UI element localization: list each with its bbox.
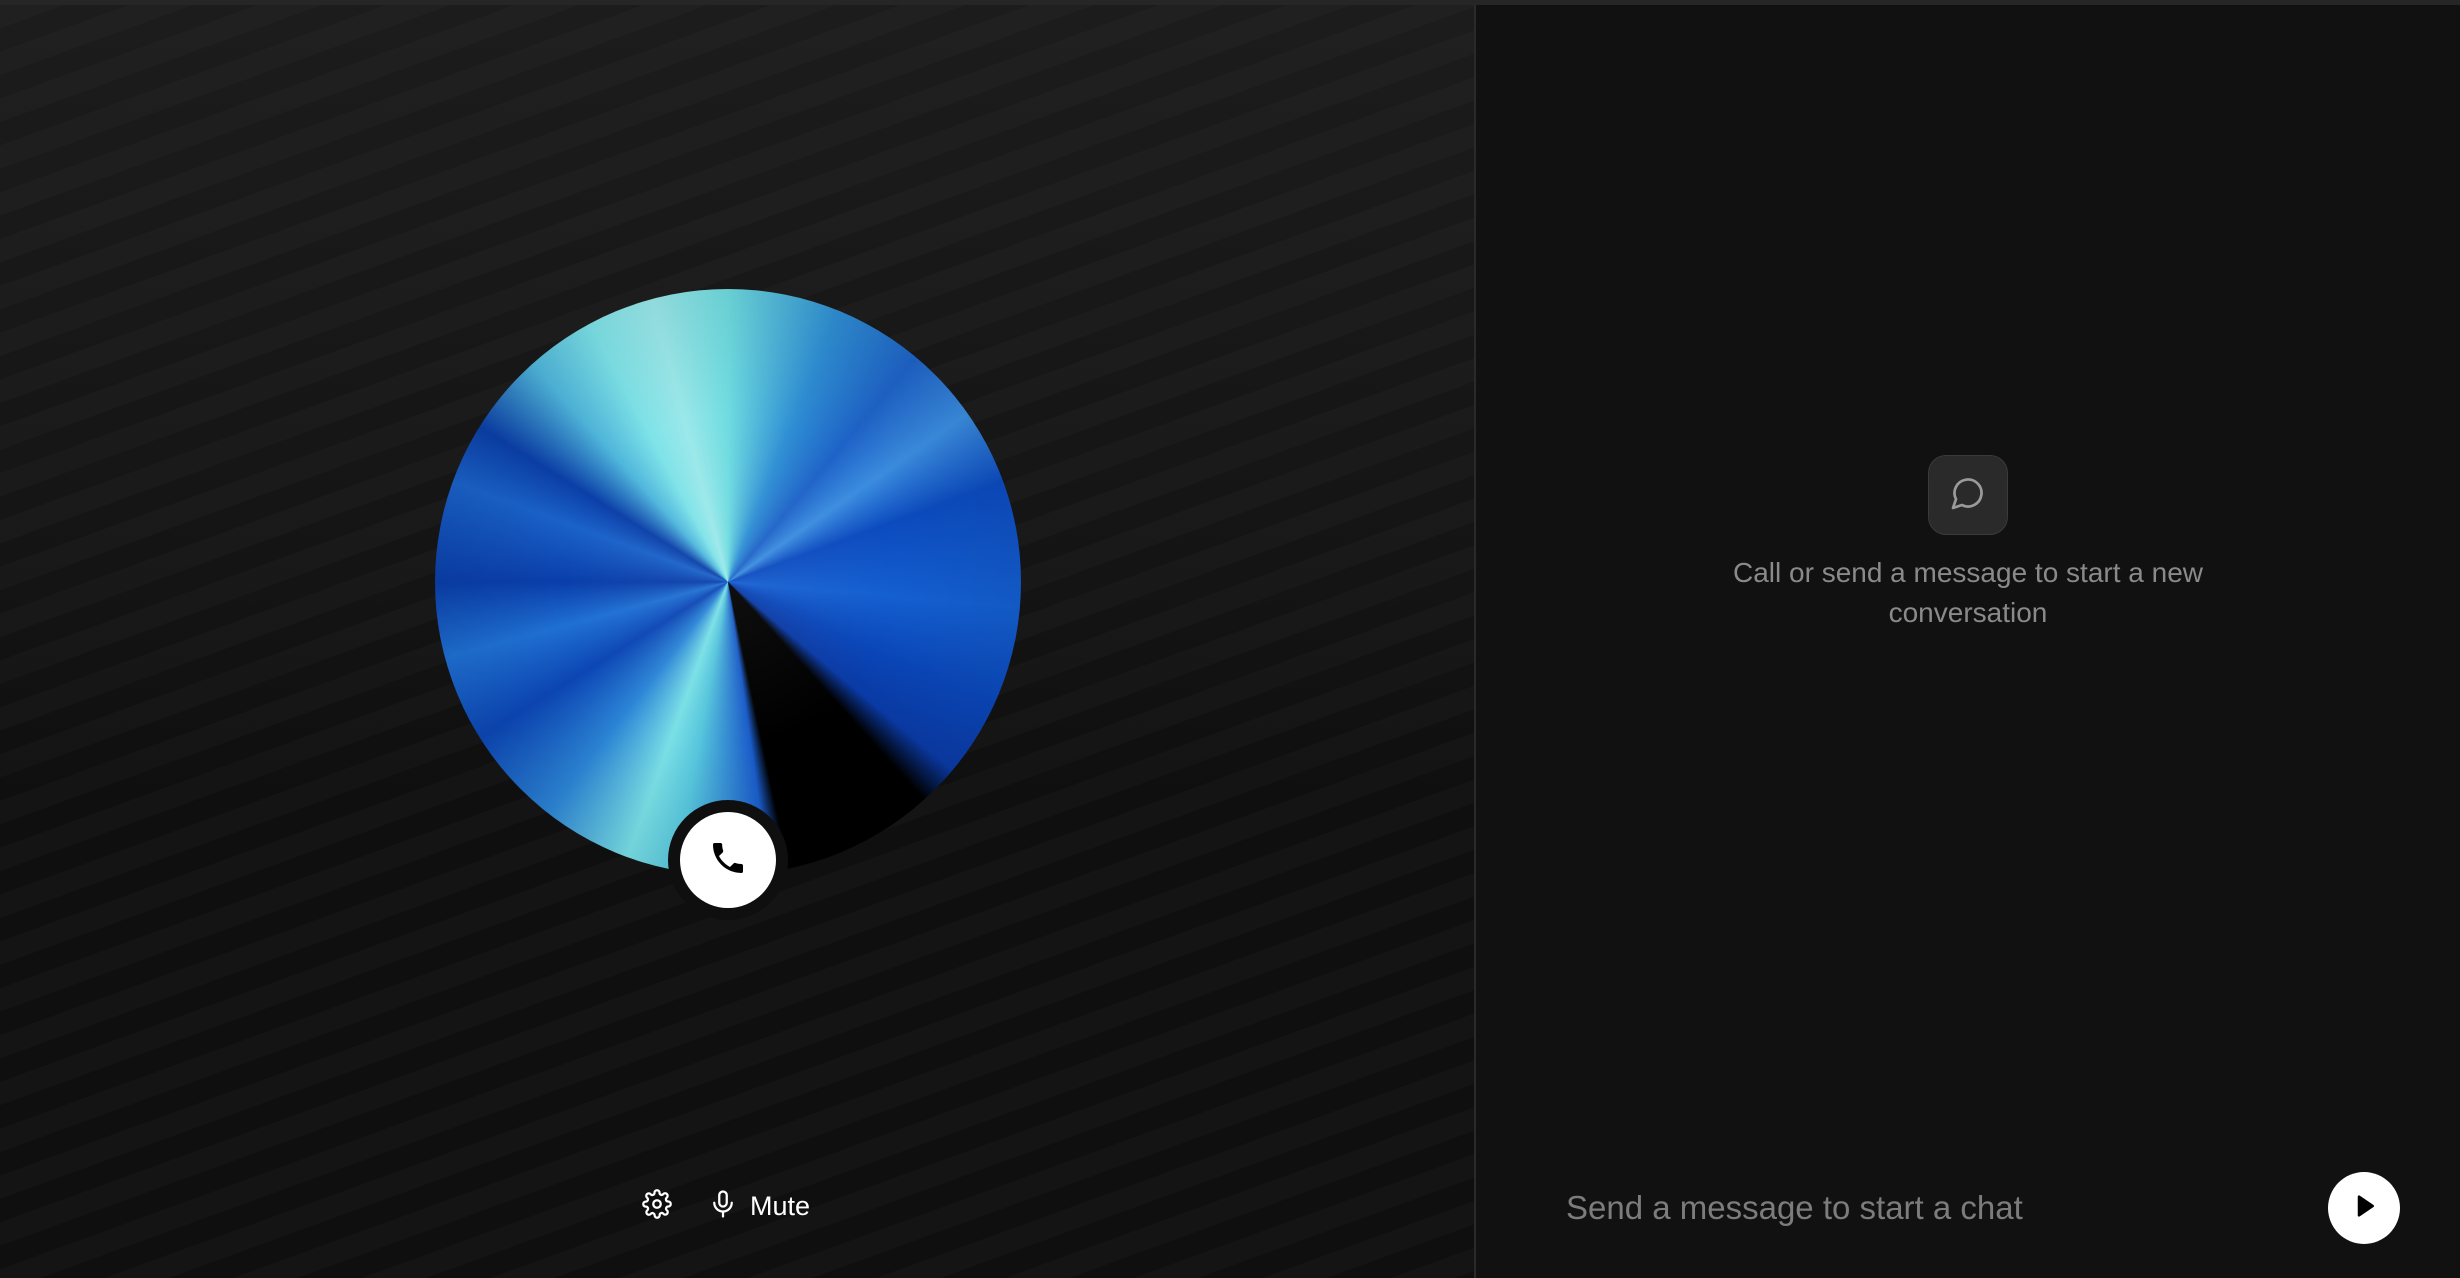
call-button-face[interactable]	[680, 812, 776, 908]
mute-label: Mute	[750, 1190, 811, 1221]
microphone-icon	[708, 1189, 738, 1224]
chat-panel: Call or send a message to start a new co…	[1476, 5, 2460, 1278]
message-composer	[1566, 1171, 2400, 1245]
voice-orb-container	[435, 289, 1021, 920]
voice-orb-shading	[435, 289, 1021, 875]
gear-icon	[642, 1188, 672, 1224]
chat-bubble-icon	[1950, 475, 1986, 516]
empty-state-text: Call or send a message to start a new co…	[1733, 557, 2204, 628]
chat-empty-state: Call or send a message to start a new co…	[1476, 455, 2460, 633]
play-send-icon	[2349, 1191, 2379, 1226]
call-controls: Mute	[638, 1187, 810, 1225]
mute-button[interactable]: Mute	[708, 1189, 810, 1224]
send-button[interactable]	[2328, 1172, 2400, 1244]
message-input[interactable]	[1566, 1189, 2328, 1227]
chat-icon-box	[1928, 455, 2008, 535]
phone-icon	[708, 838, 748, 883]
voice-panel: Mute	[0, 5, 1474, 1278]
call-button[interactable]	[668, 800, 788, 920]
app-window: Mute Call or send a message to start a n…	[0, 0, 2460, 1278]
settings-button[interactable]	[638, 1187, 676, 1225]
